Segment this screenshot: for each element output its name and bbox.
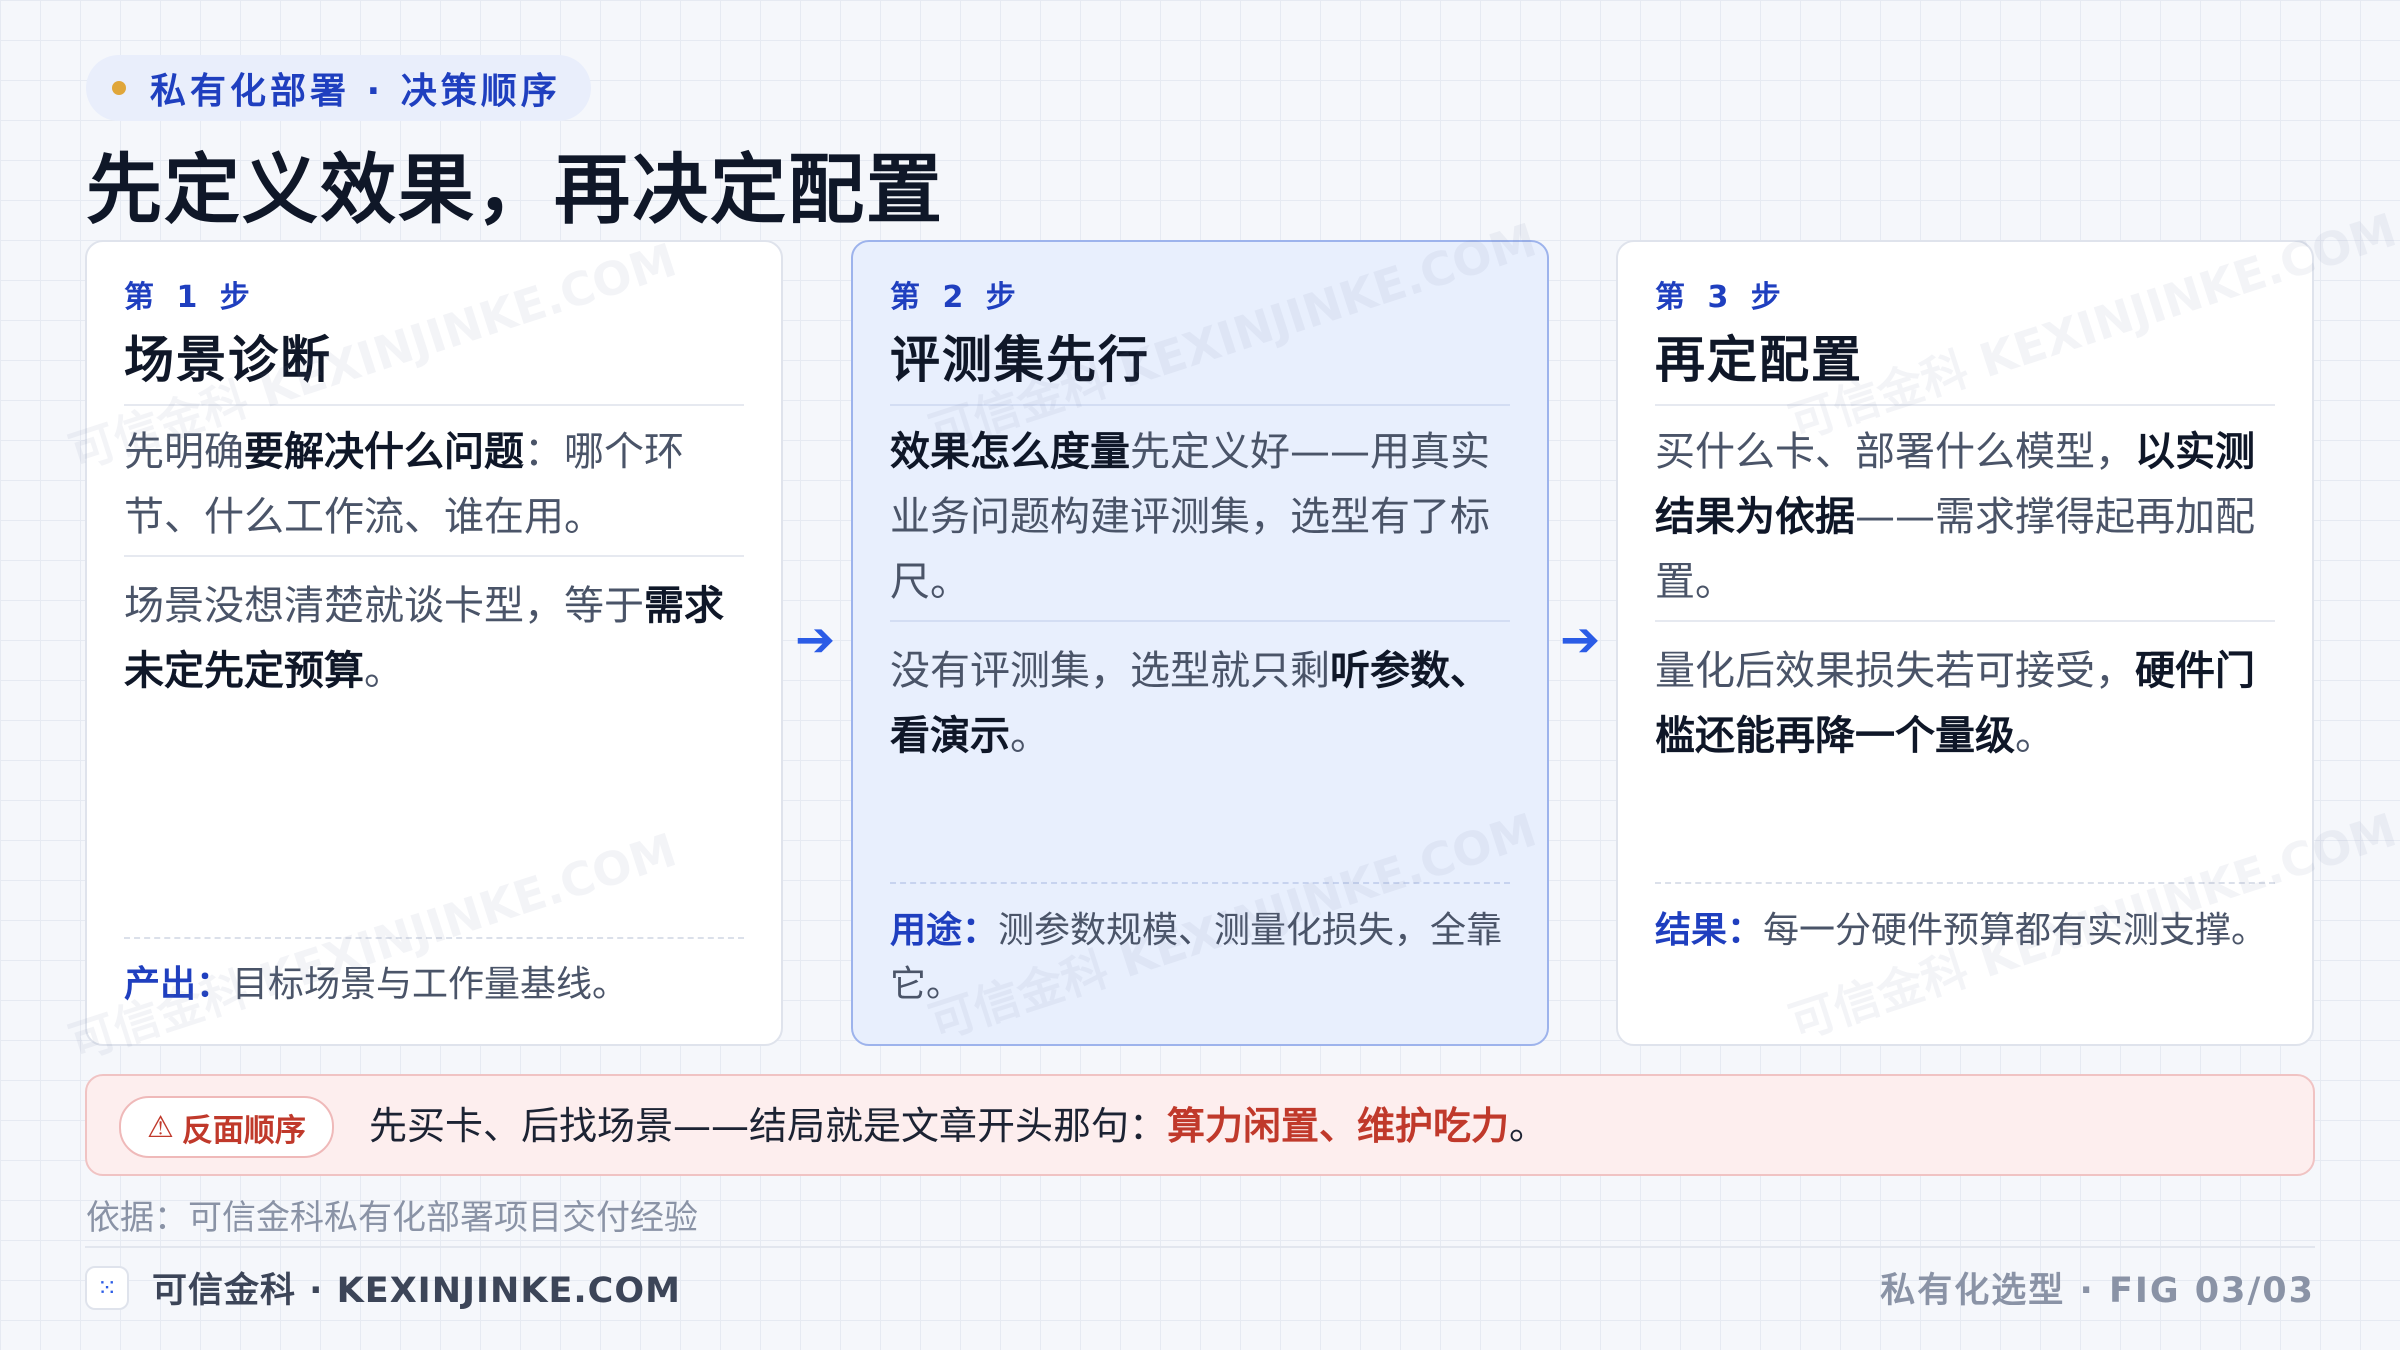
title-divider	[124, 404, 744, 406]
brand-name: 可信金科 · KEXINJINKE.COM	[152, 1271, 681, 1311]
arrow-right-icon: ➔	[1560, 612, 1601, 668]
warning-banner: ⚠ 反面顺序 先买卡、后找场景——结局就是文章开头那句：算力闲置、维护吃力。	[85, 1074, 2315, 1176]
paragraph-divider	[890, 620, 1510, 622]
step-output: 产出：目标场景与工作量基线。	[124, 964, 629, 1005]
paragraph-divider	[124, 555, 744, 557]
step-card-1: 第 1 步 场景诊断 先明确要解决什么问题：哪个环节、什么工作流、谁在用。 场景…	[85, 240, 783, 1046]
footer-divider-line	[85, 1246, 2315, 1248]
step-title: 场景诊断	[124, 331, 332, 389]
kicker-dot	[112, 81, 126, 95]
step-paragraph-2: 没有评测集，选型就只剩听参数、看演示。	[890, 648, 1490, 759]
step-title: 评测集先行	[890, 331, 1150, 389]
warning-badge: ⚠ 反面顺序	[119, 1096, 334, 1158]
step-title: 再定配置	[1655, 331, 1863, 389]
step-number: 第 2 步	[890, 280, 1022, 315]
footer-divider	[890, 882, 1510, 884]
figure-number: 私有化选型 · FIG 03/03	[1880, 1271, 2315, 1311]
footer-divider	[1655, 882, 2275, 884]
step-card-2: 第 2 步 评测集先行 效果怎么度量先定义好——用真实业务问题构建评测集，选型有…	[851, 240, 1549, 1046]
warning-badge-label: 反面顺序	[181, 1112, 306, 1149]
step-result: 结果：每一分硬件预算都有实测支撑。	[1655, 910, 2268, 951]
step-paragraph-2: 场景没想清楚就谈卡型，等于需求未定先定预算。	[124, 583, 724, 694]
title-divider	[1655, 404, 2275, 406]
footer-divider	[124, 937, 744, 939]
warning-icon: ⚠	[147, 1109, 174, 1145]
page-title: 先定义效果，再决定配置	[86, 145, 944, 234]
step-paragraph-1: 先明确要解决什么问题：哪个环节、什么工作流、谁在用。	[124, 429, 684, 540]
step-paragraph-1: 效果怎么度量先定义好——用真实业务问题构建评测集，选型有了标尺。	[890, 429, 1490, 605]
source-note: 依据：可信金科私有化部署项目交付经验	[86, 1198, 698, 1238]
step-card-3: 第 3 步 再定配置 买什么卡、部署什么模型，以实测结果为依据——需求撑得起再加…	[1616, 240, 2314, 1046]
step-number: 第 3 步	[1655, 280, 1787, 315]
title-divider	[890, 404, 1510, 406]
arrow-right-icon: ➔	[795, 612, 836, 668]
brand-logo-icon: ⁙	[85, 1266, 129, 1310]
kicker-pill: 私有化部署 · 决策顺序	[86, 55, 591, 121]
kicker-text: 私有化部署 · 决策顺序	[150, 71, 561, 112]
paragraph-divider	[1655, 620, 2275, 622]
step-number: 第 1 步	[124, 280, 256, 315]
step-paragraph-1: 买什么卡、部署什么模型，以实测结果为依据——需求撑得起再加配置。	[1655, 429, 2255, 605]
step-paragraph-2: 量化后效果损失若可接受，硬件门槛还能再降一个量级。	[1655, 648, 2255, 759]
warning-text: 先买卡、后找场景——结局就是文章开头那句：算力闲置、维护吃力。	[369, 1104, 1548, 1148]
step-usage: 用途：测参数规模、测量化损失，全靠它。	[890, 910, 1503, 1005]
